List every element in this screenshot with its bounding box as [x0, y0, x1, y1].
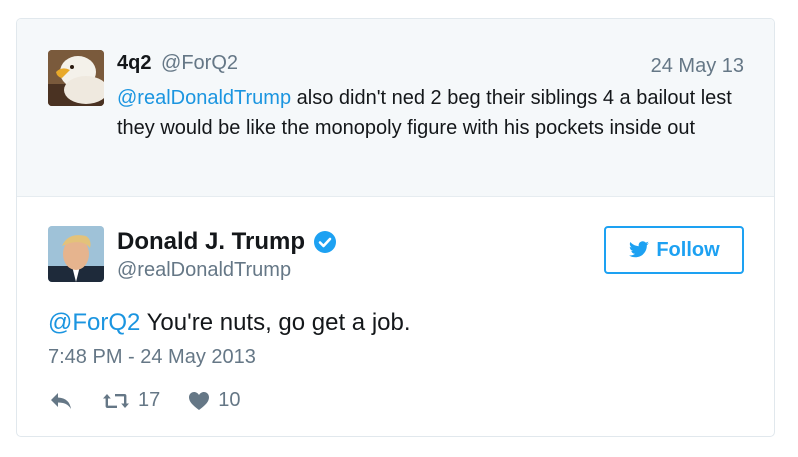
author-handle[interactable]: @realDonaldTrump: [117, 259, 291, 282]
context-tweet-text: @realDonaldTrump also didn't ned 2 beg t…: [117, 83, 747, 143]
tweet-text: @ForQ2 You're nuts, go get a job.: [48, 309, 411, 337]
reply-context[interactable]: 4q2 @ForQ2 24 May 13 @realDonaldTrump al…: [17, 19, 774, 197]
tweet-body-text: You're nuts, go get a job.: [140, 309, 411, 336]
reply-context-header: 4q2 @ForQ2: [117, 52, 238, 75]
context-date[interactable]: 24 May 13: [651, 55, 744, 78]
twitter-bird-icon: [629, 241, 650, 258]
context-author-handle[interactable]: @ForQ2: [161, 52, 238, 74]
trump-avatar-image: [48, 226, 104, 282]
author-name[interactable]: Donald J. Trump: [117, 228, 305, 256]
heart-icon: [189, 391, 210, 410]
verified-badge-icon: [314, 231, 337, 253]
follow-button[interactable]: Follow: [604, 226, 744, 274]
reply-icon: [51, 392, 71, 409]
author-name-row: Donald J. Trump: [117, 228, 337, 256]
retweet-icon: [103, 393, 129, 408]
tweet-timestamp[interactable]: 7:48 PM - 24 May 2013: [48, 346, 256, 369]
tweet-mention-link[interactable]: @ForQ2: [48, 309, 140, 336]
context-author-name[interactable]: 4q2: [117, 52, 151, 74]
like-button[interactable]: 10: [188, 389, 241, 412]
avatar-eagle[interactable]: [48, 50, 104, 106]
eagle-avatar-image: [48, 50, 104, 106]
tweet-card: 4q2 @ForQ2 24 May 13 @realDonaldTrump al…: [16, 18, 775, 437]
retweet-button[interactable]: 17: [102, 389, 160, 412]
follow-label: Follow: [656, 238, 720, 261]
context-mention-link[interactable]: @realDonaldTrump: [117, 87, 291, 109]
like-count: 10: [218, 389, 241, 411]
tweet-actions: 17 10: [48, 389, 241, 412]
retweet-count: 17: [138, 389, 161, 411]
reply-button[interactable]: [48, 391, 74, 411]
avatar-trump[interactable]: [48, 226, 104, 282]
